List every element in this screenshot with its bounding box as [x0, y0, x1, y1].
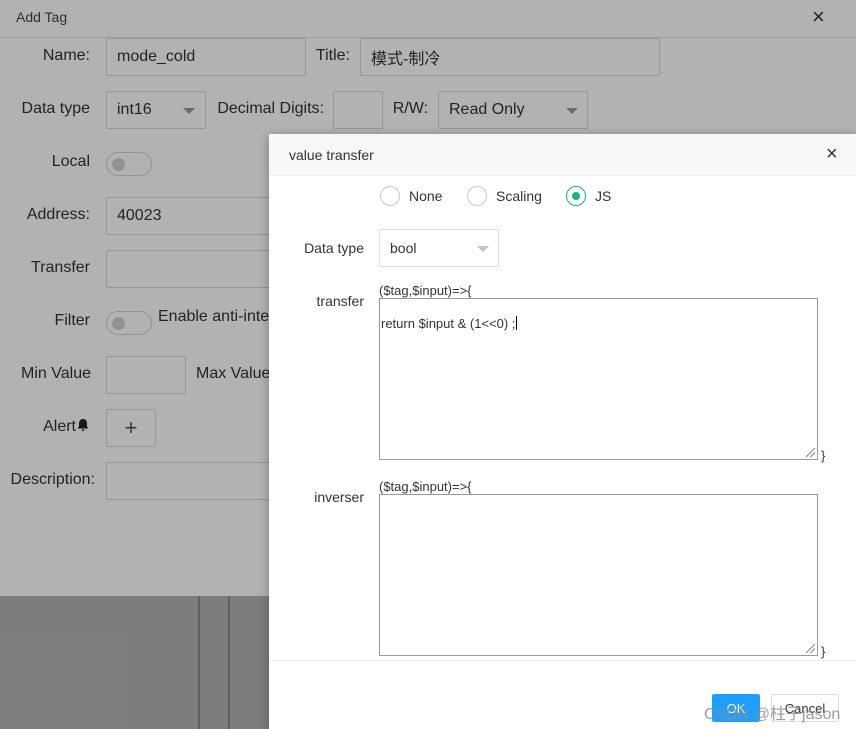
data-type-label: Data type: [304, 240, 364, 256]
transfer-code-textarea[interactable]: return $input & (1<<0) ;: [379, 298, 818, 460]
resize-grip-icon[interactable]: [806, 448, 815, 457]
dialog-title: value transfer: [289, 147, 374, 163]
mode-radio-js[interactable]: JS: [566, 186, 611, 206]
radio-label: None: [409, 188, 443, 204]
chevron-down-icon: [477, 246, 489, 252]
inverser-label: inverser: [314, 489, 364, 505]
data-type-select[interactable]: bool: [379, 229, 499, 267]
close-icon[interactable]: ×: [826, 144, 838, 164]
mode-radio-none[interactable]: None: [380, 186, 442, 206]
data-type-value: bool: [390, 240, 417, 256]
transfer-code: return $input & (1<<0) ;: [381, 316, 516, 331]
mode-radio-scaling[interactable]: Scaling: [467, 186, 542, 206]
text-caret: [516, 316, 518, 330]
dialog-header: value transfer ×: [269, 134, 856, 176]
radio-circle: [380, 186, 400, 206]
inverser-signature: ($tag,$input)=>{: [379, 479, 472, 494]
value-transfer-dialog: value transfer × None Scaling JS Data ty…: [269, 134, 856, 729]
radio-circle: [467, 186, 487, 206]
radio-label: JS: [595, 188, 612, 204]
inverser-closing-brace: }: [821, 644, 826, 659]
inverser-code-textarea[interactable]: [379, 494, 818, 656]
transfer-closing-brace: }: [821, 448, 826, 463]
watermark: CSDN @柱子jason: [704, 706, 841, 723]
dialog-footer-divider: [269, 660, 856, 661]
radio-label: Scaling: [496, 188, 542, 204]
transfer-signature: ($tag,$input)=>{: [379, 283, 472, 298]
radio-circle: [566, 186, 586, 206]
resize-grip-icon[interactable]: [806, 644, 815, 653]
transfer-label: transfer: [316, 293, 364, 309]
